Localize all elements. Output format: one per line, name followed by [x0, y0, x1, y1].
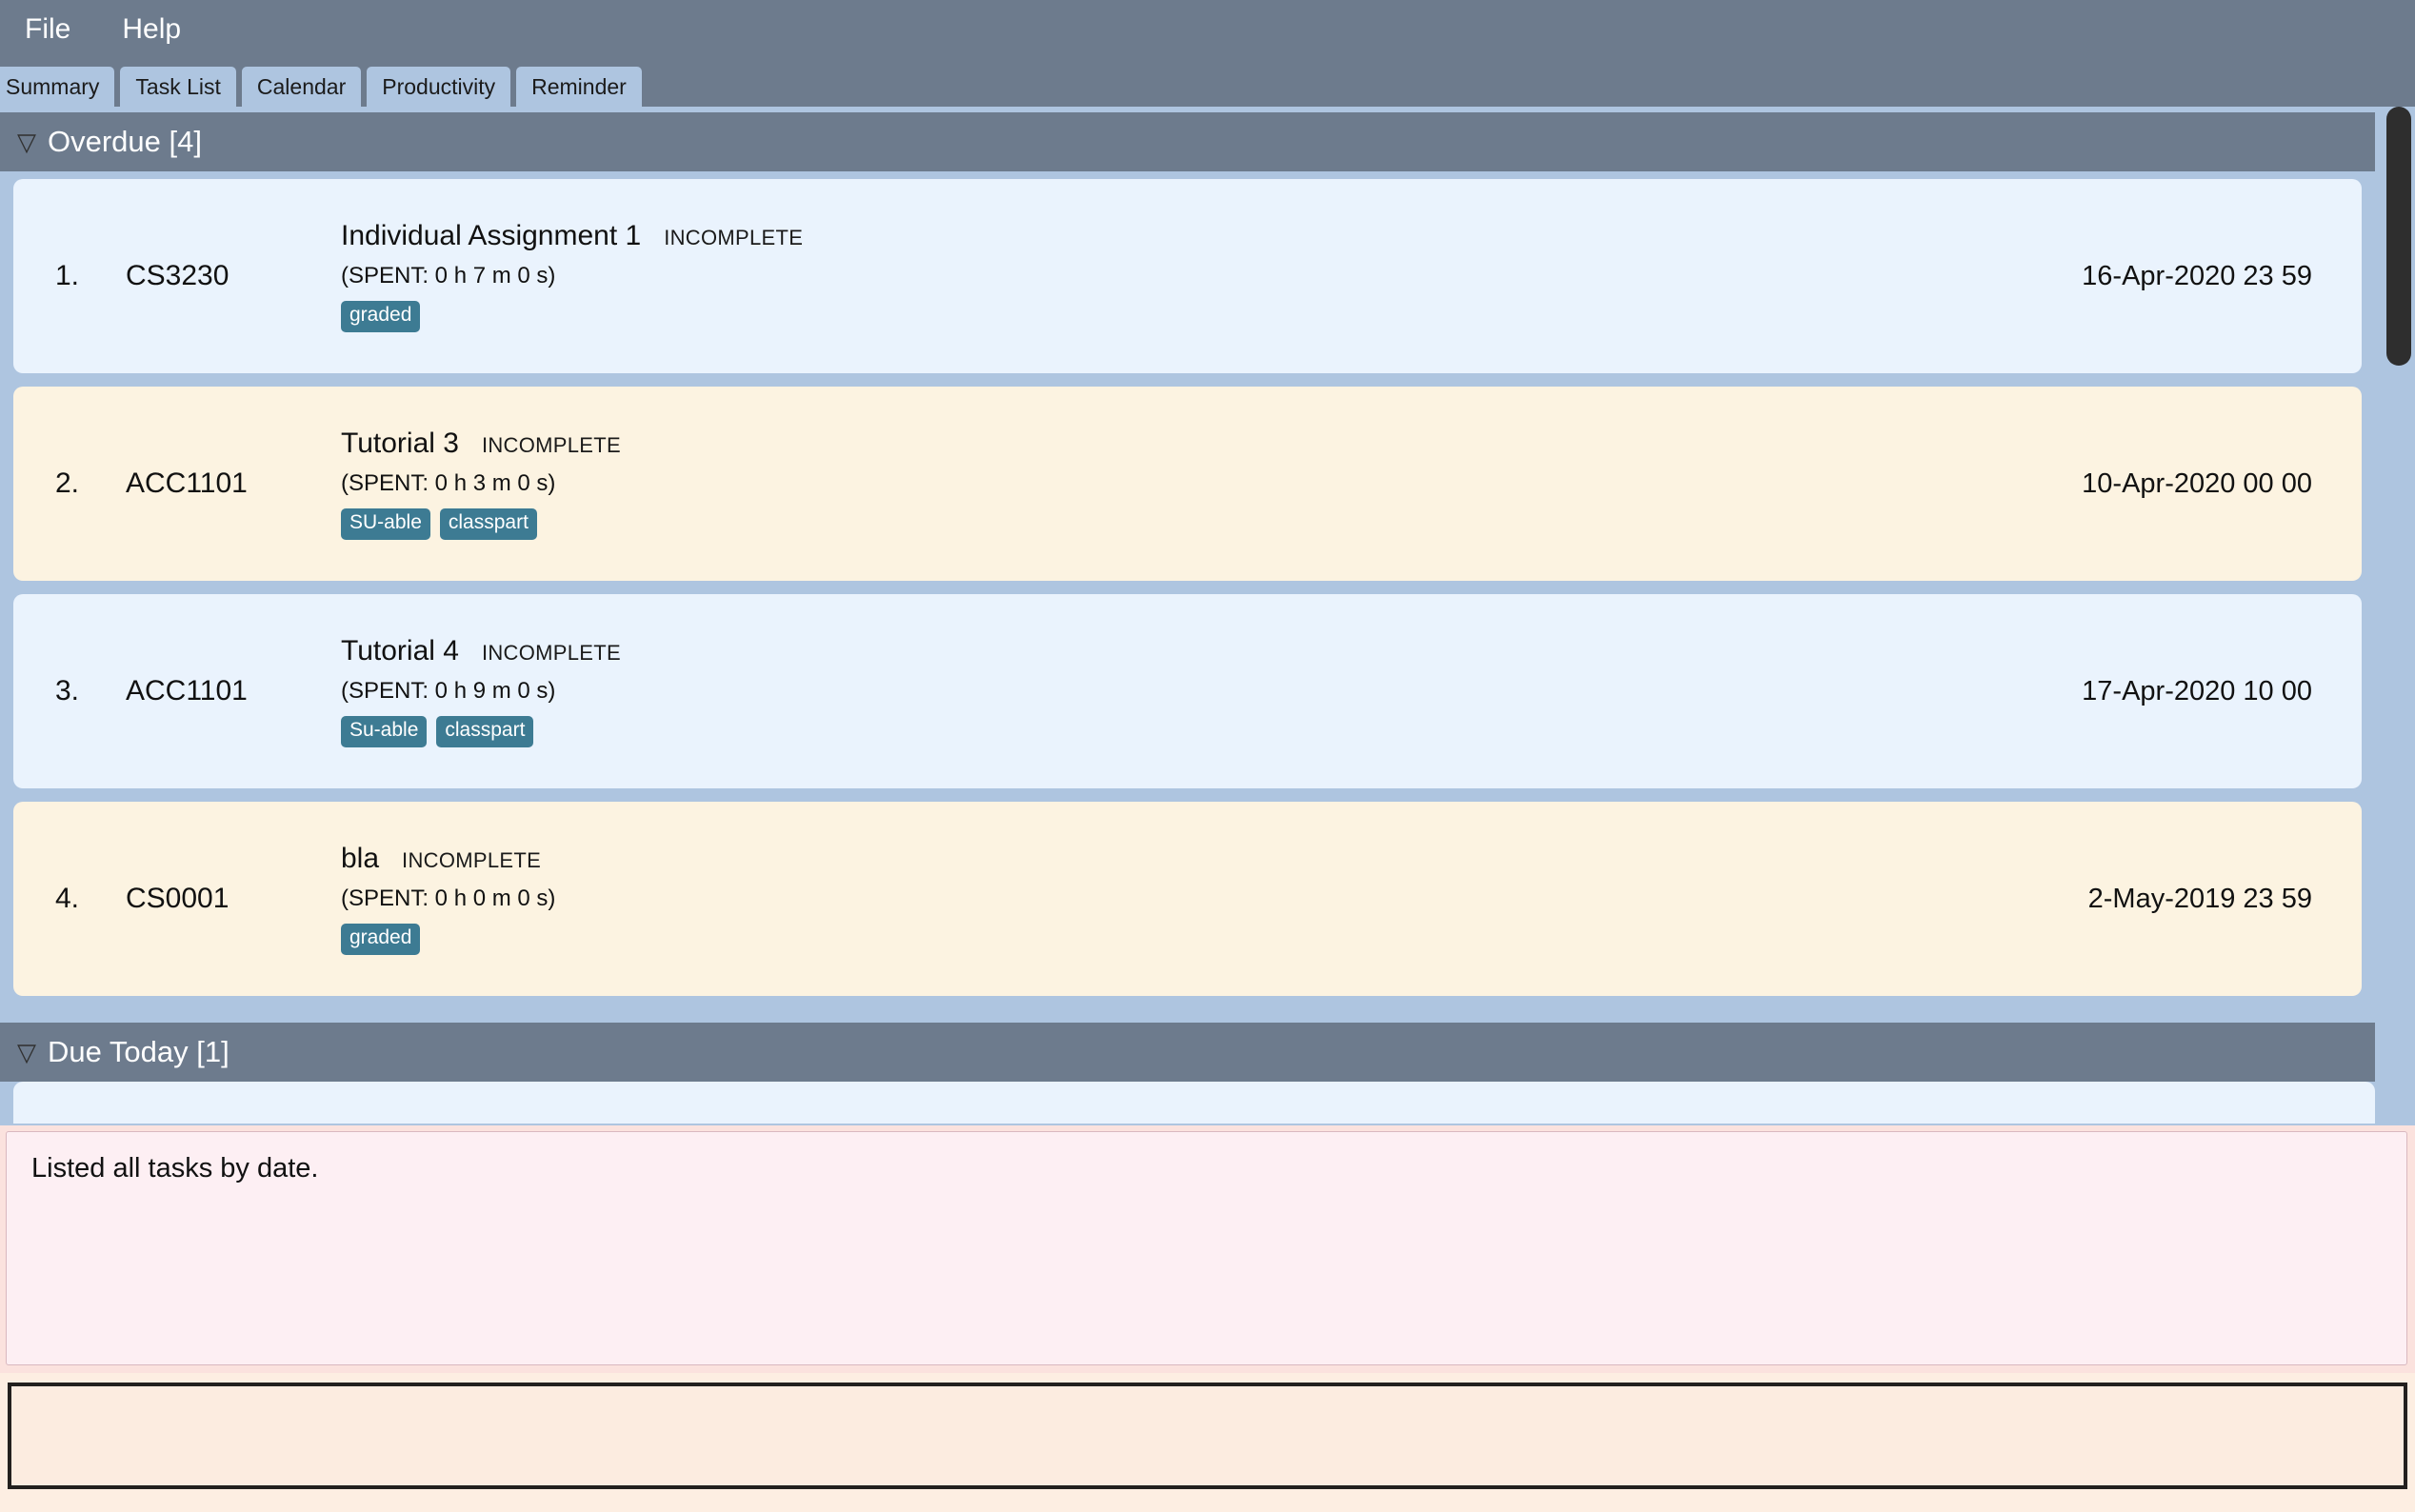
task-title: bla: [341, 843, 379, 875]
task-details: Tutorial 4 INCOMPLETE (SPENT: 0 h 9 m 0 …: [328, 635, 2082, 746]
task-row[interactable]: 3. ACC1101 Tutorial 4 INCOMPLETE (SPENT:…: [13, 594, 2362, 788]
task-panels: ▽ Overdue [4] 1. CS3230 Individual Assig…: [0, 107, 2381, 1125]
tab-bar: Summary Task List Calendar Productivity …: [0, 59, 2415, 107]
section-title-due-today: Due Today [1]: [48, 1035, 230, 1069]
task-tag: classpart: [440, 508, 537, 539]
task-module-code: CS3230: [126, 260, 328, 292]
task-tag: Su-able: [341, 716, 427, 746]
tab-reminder[interactable]: Reminder: [516, 67, 642, 107]
menu-bar: File Help: [0, 0, 2415, 59]
task-tags: graded: [341, 924, 2088, 954]
result-message: Listed all tasks by date.: [31, 1153, 2382, 1184]
task-status: INCOMPLETE: [664, 226, 803, 250]
task-tag: graded: [341, 301, 420, 331]
task-row[interactable]: 4. CS0001 bla INCOMPLETE (SPENT: 0 h 0 m…: [13, 802, 2362, 996]
task-title-row: Tutorial 4 INCOMPLETE: [341, 635, 2082, 667]
task-status: INCOMPLETE: [482, 433, 621, 458]
task-tag: SU-able: [341, 508, 430, 539]
task-title: Tutorial 3: [341, 428, 459, 460]
task-row[interactable]: 2. ACC1101 Tutorial 3 INCOMPLETE (SPENT:…: [13, 387, 2362, 581]
vertical-scrollbar-thumb[interactable]: [2386, 107, 2411, 366]
task-index: 2.: [34, 468, 126, 500]
task-details: bla INCOMPLETE (SPENT: 0 h 0 m 0 s) grad…: [328, 843, 2088, 954]
section-body-overdue: 1. CS3230 Individual Assignment 1 INCOMP…: [0, 171, 2375, 1019]
task-row-partial[interactable]: [13, 1082, 2375, 1124]
task-status: INCOMPLETE: [402, 848, 541, 873]
collapse-triangle-icon[interactable]: ▽: [17, 1040, 36, 1064]
task-due-date: 2-May-2019 23 59: [2088, 884, 2341, 915]
task-title-row: Individual Assignment 1 INCOMPLETE: [341, 220, 2082, 252]
vertical-scrollbar-track[interactable]: [2381, 107, 2415, 1125]
task-tag: graded: [341, 924, 420, 954]
task-due-date: 16-Apr-2020 23 59: [2082, 261, 2341, 292]
task-module-code: ACC1101: [126, 468, 328, 500]
result-box: Listed all tasks by date.: [6, 1131, 2407, 1365]
tab-summary[interactable]: Summary: [0, 67, 114, 107]
task-title: Individual Assignment 1: [341, 220, 641, 252]
task-title-row: Tutorial 3 INCOMPLETE: [341, 428, 2082, 460]
tab-task-list[interactable]: Task List: [120, 67, 235, 107]
collapse-triangle-icon[interactable]: ▽: [17, 129, 36, 154]
task-due-date: 10-Apr-2020 00 00: [2082, 468, 2341, 500]
task-index: 1.: [34, 260, 126, 292]
task-tags: SU-able classpart: [341, 508, 2082, 539]
task-title-row: bla INCOMPLETE: [341, 843, 2088, 875]
task-module-code: ACC1101: [126, 675, 328, 707]
task-time-spent: (SPENT: 0 h 9 m 0 s): [341, 678, 2082, 705]
command-input[interactable]: [8, 1383, 2407, 1489]
task-row[interactable]: 1. CS3230 Individual Assignment 1 INCOMP…: [13, 179, 2362, 373]
task-tags: graded: [341, 301, 2082, 331]
task-tag: classpart: [436, 716, 533, 746]
tab-calendar[interactable]: Calendar: [242, 67, 361, 107]
task-due-date: 17-Apr-2020 10 00: [2082, 676, 2341, 707]
section-title-overdue: Overdue [4]: [48, 125, 202, 159]
task-index: 4.: [34, 883, 126, 915]
task-details: Individual Assignment 1 INCOMPLETE (SPEN…: [328, 220, 2082, 331]
task-list-scroll-area[interactable]: ▽ Overdue [4] 1. CS3230 Individual Assig…: [0, 107, 2415, 1125]
task-title: Tutorial 4: [341, 635, 459, 667]
task-index: 3.: [34, 675, 126, 707]
task-details: Tutorial 3 INCOMPLETE (SPENT: 0 h 3 m 0 …: [328, 428, 2082, 539]
task-status: INCOMPLETE: [482, 641, 621, 666]
task-time-spent: (SPENT: 0 h 0 m 0 s): [341, 885, 2088, 912]
result-display-area: Listed all tasks by date.: [0, 1125, 2415, 1373]
tab-productivity[interactable]: Productivity: [367, 67, 510, 107]
task-module-code: CS0001: [126, 883, 328, 915]
task-time-spent: (SPENT: 0 h 7 m 0 s): [341, 263, 2082, 289]
menu-item-help[interactable]: Help: [116, 11, 187, 48]
section-header-overdue[interactable]: ▽ Overdue [4]: [0, 112, 2375, 171]
task-time-spent: (SPENT: 0 h 3 m 0 s): [341, 470, 2082, 497]
menu-item-file[interactable]: File: [19, 11, 76, 48]
task-tags: Su-able classpart: [341, 716, 2082, 746]
command-input-area: [0, 1373, 2415, 1512]
section-header-due-today[interactable]: ▽ Due Today [1]: [0, 1023, 2375, 1082]
